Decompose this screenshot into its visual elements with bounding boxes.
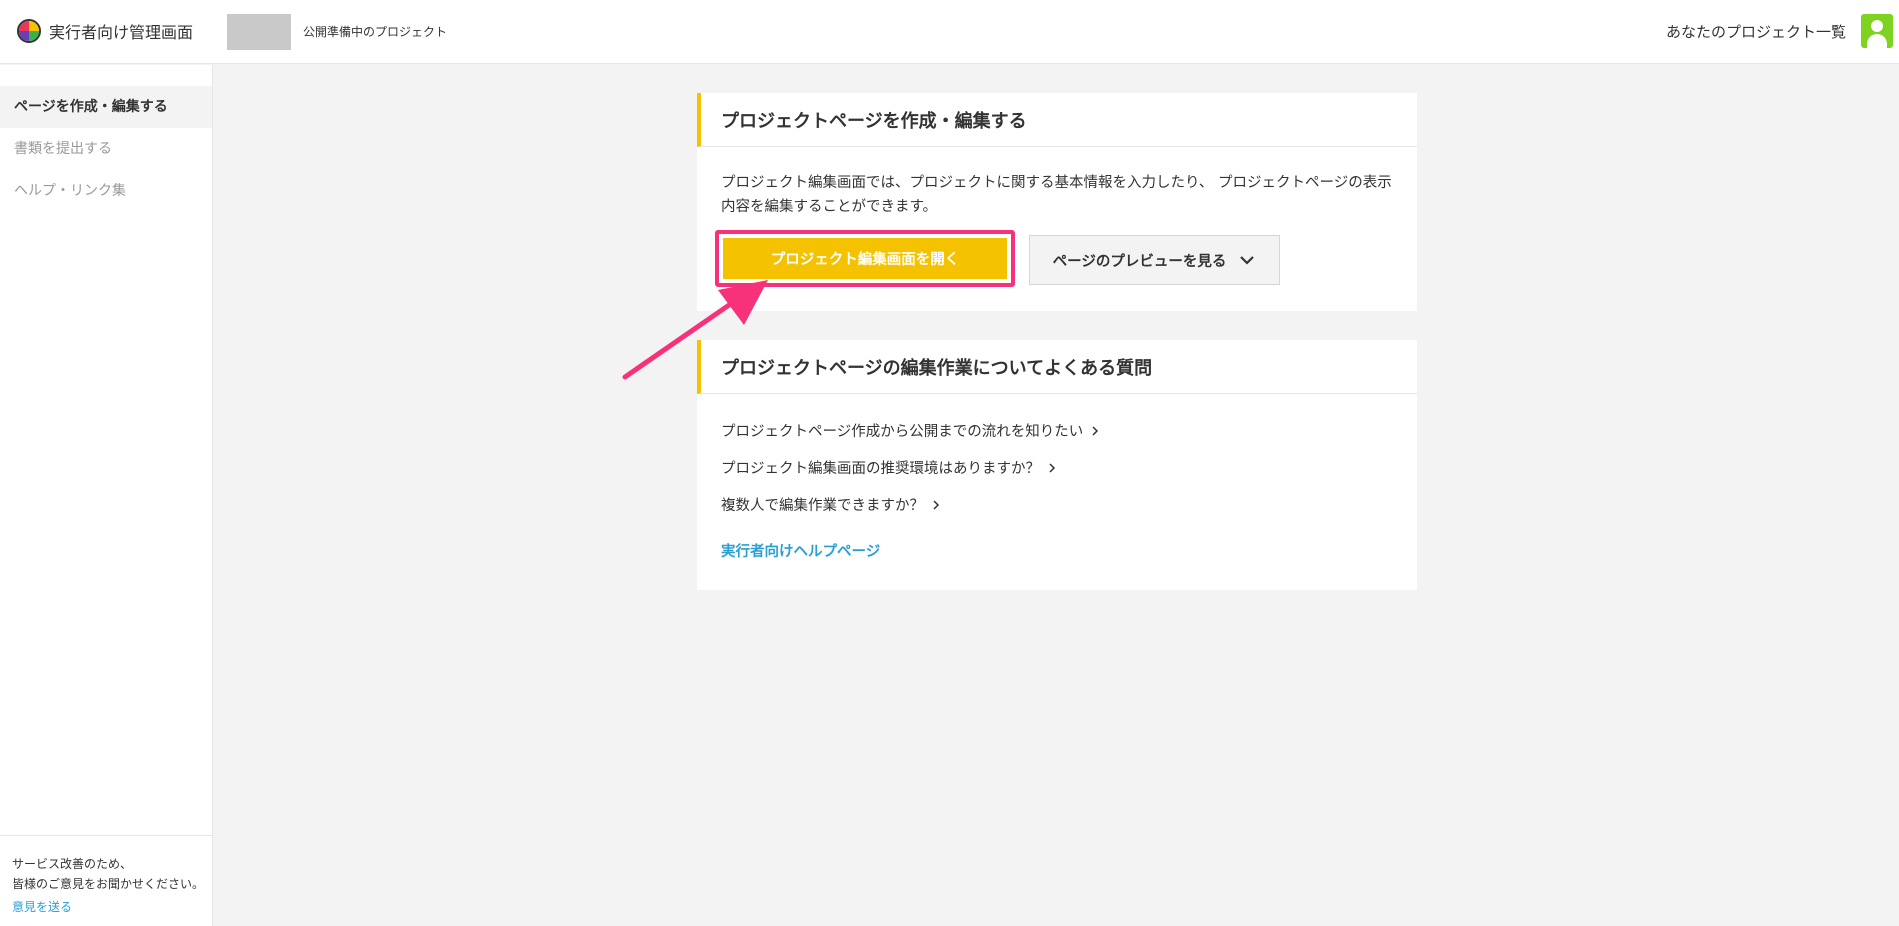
sidebar-item-help-links[interactable]: ヘルプ・リンク集 xyxy=(0,170,212,212)
app-title: 実行者向け管理画面 xyxy=(49,23,194,42)
send-feedback-link[interactable]: 意見を送る xyxy=(12,898,212,915)
create-edit-card-title: プロジェクトページを作成・編集する xyxy=(697,93,1417,147)
faq-card: プロジェクトページの編集作業についてよくある質問 プロジェクトページ作成から公開… xyxy=(697,340,1417,590)
feedback-text-1: サービス改善のため、 xyxy=(12,857,133,871)
faq-card-title: プロジェクトページの編集作業についてよくある質問 xyxy=(697,340,1417,394)
top-header: 実行者向け管理画面 公開準備中のプロジェクト あなたのプロジェクト一覧 xyxy=(0,0,1899,64)
faq-link-environment[interactable]: プロジェクト編集画面の推奨環境はありますか？ xyxy=(721,457,1058,478)
feedback-box: サービス改善のため、 皆様のご意見をお聞かせください。 意見を送る xyxy=(0,835,212,915)
annotation-arrow-icon xyxy=(622,280,768,380)
create-edit-description: プロジェクト編集画面では、プロジェクトに関する基本情報を入力したり、 プロジェク… xyxy=(721,175,1392,215)
sidebar: ページを作成・編集する 書類を提出する ヘルプ・リンク集 サービス改善のため、 … xyxy=(0,65,213,926)
help-page-link[interactable]: 実行者向けヘルプページ xyxy=(721,540,880,561)
app-logo-icon xyxy=(17,19,41,43)
chevron-right-icon xyxy=(1049,462,1056,473)
faq-link-multi-editor[interactable]: 複数人で編集作業できますか？ xyxy=(721,494,942,515)
faq-link-label: プロジェクトページ作成から公開までの流れを知りたい xyxy=(721,424,1084,440)
project-thumbnail[interactable] xyxy=(227,14,291,50)
faq-link-label: 複数人で編集作業できますか？ xyxy=(721,498,924,514)
feedback-text-2: 皆様のご意見をお聞かせください。 xyxy=(12,877,205,891)
chevron-down-icon xyxy=(1240,256,1255,265)
faq-link-flow[interactable]: プロジェクトページ作成から公開までの流れを知りたい xyxy=(721,420,1101,441)
preview-page-button[interactable]: ページのプレビューを見る xyxy=(1029,235,1280,285)
sidebar-item-edit-page[interactable]: ページを作成・編集する xyxy=(0,86,212,128)
project-status-label: 公開準備中のプロジェクト xyxy=(303,25,448,39)
user-avatar-icon[interactable] xyxy=(1861,14,1893,48)
create-edit-card: プロジェクトページを作成・編集する プロジェクト編集画面では、プロジェクトに関す… xyxy=(697,93,1417,311)
sidebar-item-submit-documents[interactable]: 書類を提出する xyxy=(0,128,212,170)
faq-link-label: プロジェクト編集画面の推奨環境はありますか？ xyxy=(721,461,1040,477)
chevron-right-icon xyxy=(1092,425,1099,436)
preview-page-label: ページのプレビューを見る xyxy=(1052,253,1227,270)
chevron-right-icon xyxy=(933,499,940,510)
brand[interactable]: 実行者向け管理画面 xyxy=(17,19,193,43)
your-projects-link[interactable]: あなたのプロジェクト一覧 xyxy=(1666,21,1846,42)
